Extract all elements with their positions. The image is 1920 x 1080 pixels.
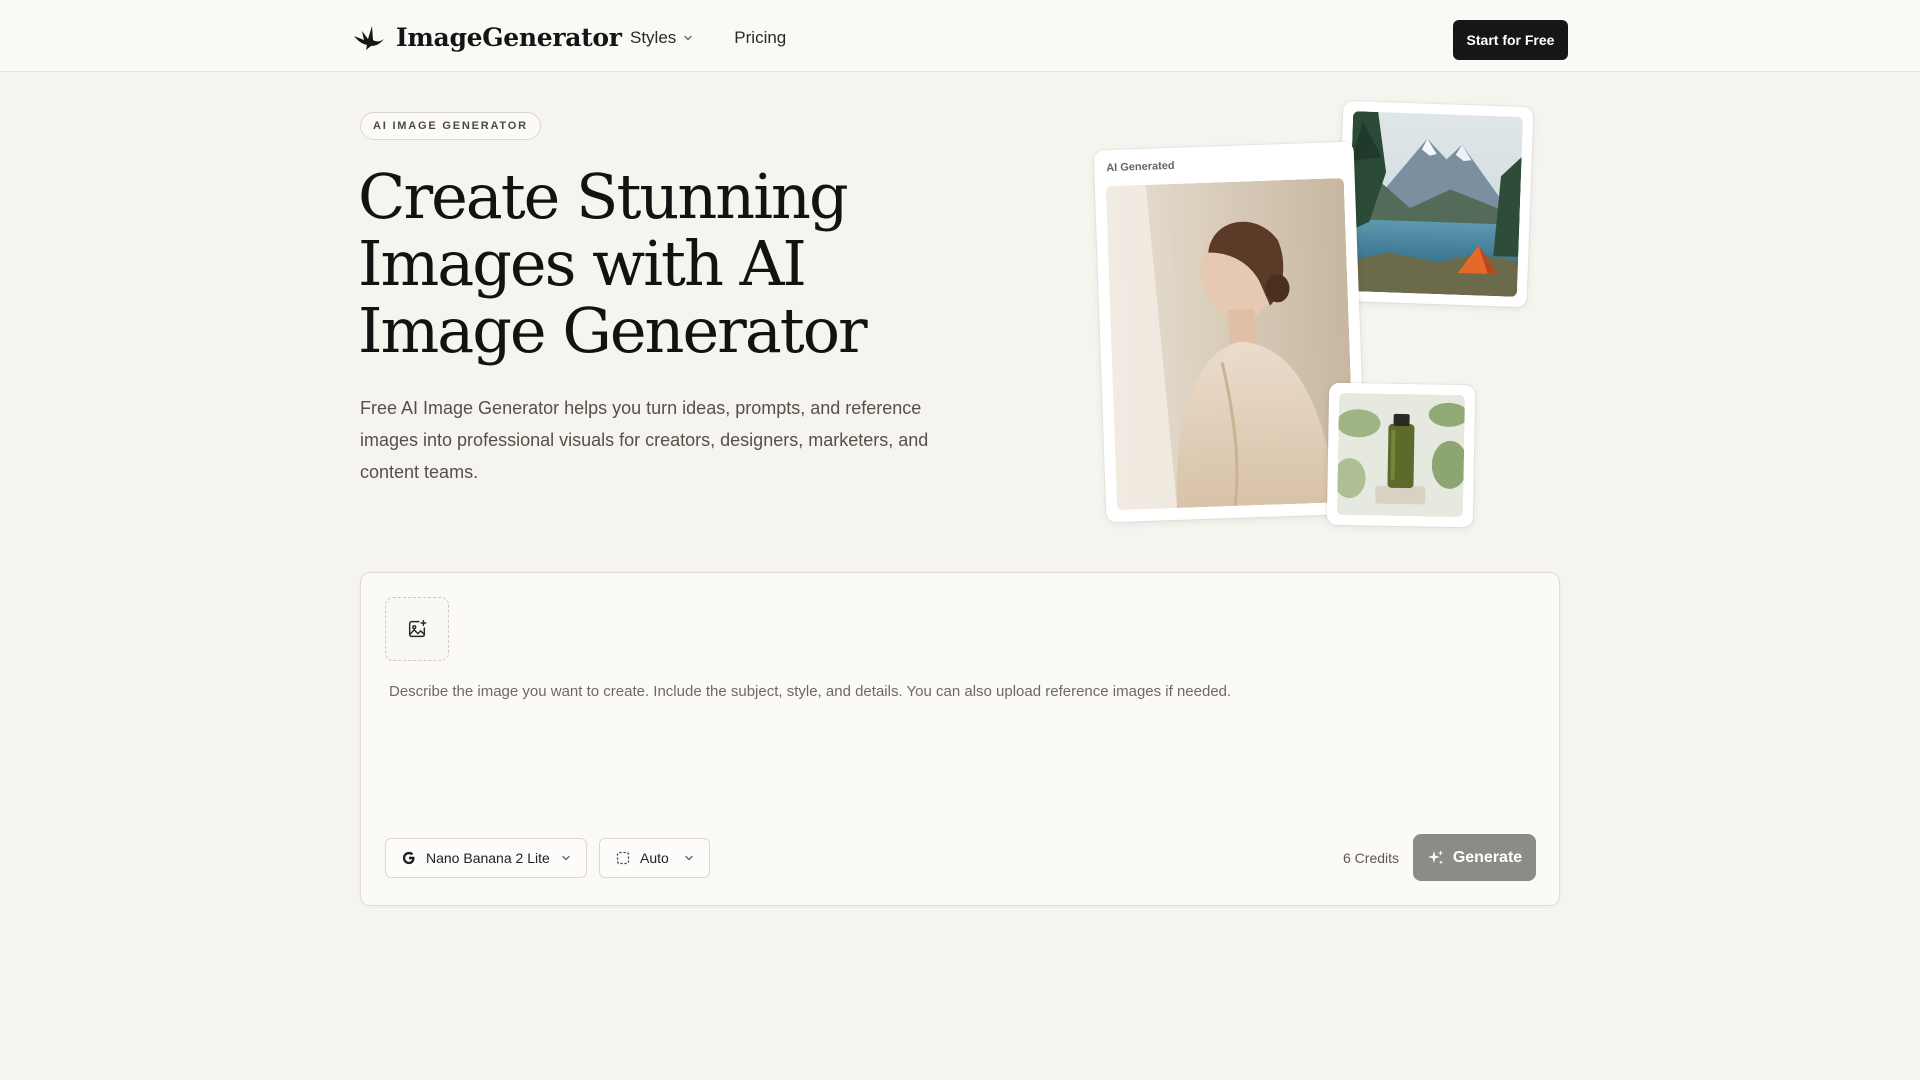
- chevron-down-icon: [685, 855, 693, 861]
- portrait-image-card: AI Generated: [1093, 141, 1367, 523]
- product-bottle-image: [1336, 392, 1466, 518]
- chevron-down-icon: [562, 855, 570, 861]
- site-header: ImageGenerator Styles Pricing Start for …: [0, 0, 1920, 72]
- generate-button-label: Generate: [1452, 848, 1523, 866]
- credits-label: 6 Credits: [1343, 850, 1400, 866]
- model-select[interactable]: Nano Banana 2 Lite: [385, 838, 587, 878]
- logo-text: ImageGenerator: [396, 22, 622, 52]
- start-free-button[interactable]: Start for Free: [1453, 20, 1568, 60]
- prompt-panel: Nano Banana 2 Lite Auto 6 Credits Genera…: [360, 572, 1560, 906]
- main-nav: Styles Pricing: [630, 28, 786, 48]
- logo[interactable]: ImageGenerator: [352, 22, 622, 52]
- nav-pricing-label: Pricing: [734, 28, 787, 47]
- sparkles-icon: [1427, 849, 1444, 865]
- aspect-ratio-select[interactable]: Auto: [599, 838, 710, 878]
- mountain-lake-image: [1346, 111, 1524, 297]
- upload-reference-button[interactable]: [385, 597, 449, 661]
- aspect-ratio-label: Auto: [640, 850, 669, 866]
- nav-pricing[interactable]: Pricing: [734, 28, 786, 48]
- nav-styles-label: Styles: [630, 28, 677, 47]
- bird-logo-icon: [354, 26, 384, 50]
- chevron-down-icon: [684, 35, 692, 41]
- dashed-square-icon: [616, 851, 630, 865]
- nav-styles[interactable]: Styles: [630, 28, 694, 48]
- google-g-icon: [402, 851, 415, 865]
- hero-badge: AI IMAGE GENERATOR: [360, 112, 541, 140]
- hero-subtitle: Free AI Image Generator helps you turn i…: [360, 398, 929, 482]
- bottle-image-card: [1326, 382, 1476, 528]
- model-select-label: Nano Banana 2 Lite: [426, 850, 550, 866]
- portrait-caption: AI Generated: [1105, 159, 1175, 175]
- prompt-input[interactable]: [389, 683, 1529, 783]
- hero-title: Create Stunning Images with AI Image Gen…: [358, 160, 868, 367]
- generate-button[interactable]: Generate: [1413, 834, 1536, 881]
- mountain-image-card: [1336, 100, 1534, 308]
- image-plus-icon: [408, 620, 427, 638]
- portrait-image: [1105, 177, 1355, 511]
